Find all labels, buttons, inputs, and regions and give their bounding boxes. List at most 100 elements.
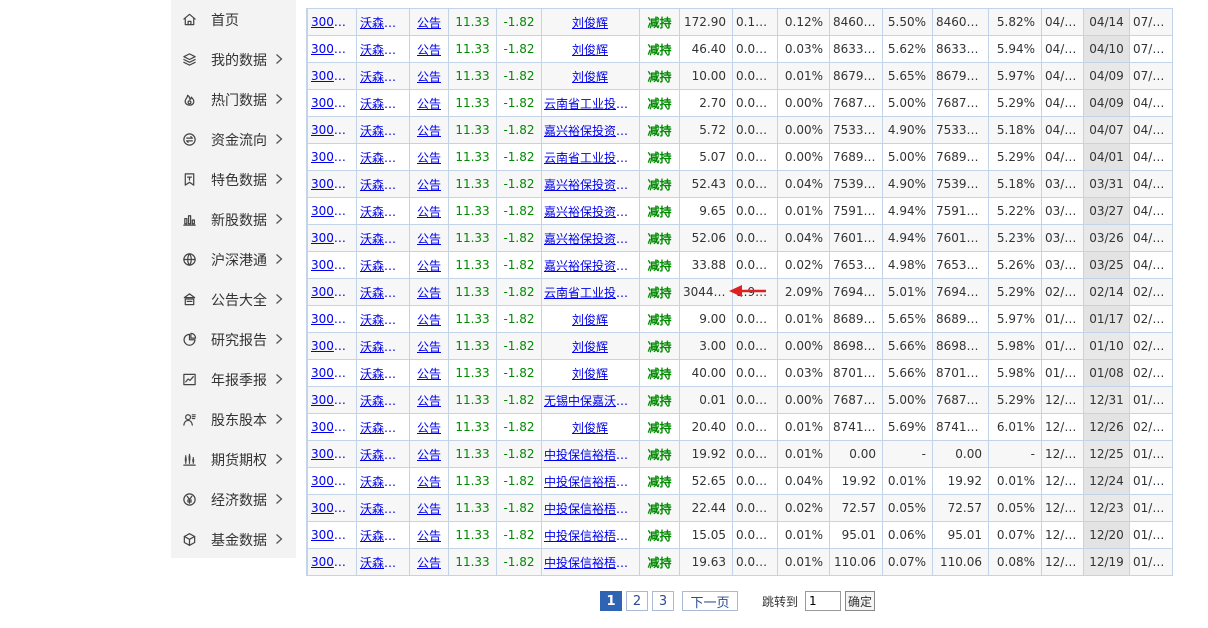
stock-code-link[interactable]: 300142 <box>307 278 357 306</box>
holder-name-link[interactable]: 刘俊辉 <box>541 35 640 63</box>
stock-name-link[interactable]: 沃森生物 <box>356 359 410 387</box>
announcement-link[interactable]: 公告 <box>409 35 449 63</box>
holder-name-link[interactable]: 刘俊辉 <box>541 332 640 360</box>
sidebar-item-13[interactable]: 经济数据 <box>171 480 296 520</box>
announcement-link[interactable]: 公告 <box>409 62 449 90</box>
page-1-button[interactable]: 1 <box>600 591 622 611</box>
announcement-link[interactable]: 公告 <box>409 413 449 441</box>
stock-name-link[interactable]: 沃森生物 <box>356 170 410 198</box>
stock-name-link[interactable]: 沃森生物 <box>356 197 410 225</box>
holder-name-link[interactable]: 嘉兴裕保投资合... <box>541 251 640 279</box>
holder-name-link[interactable]: 嘉兴裕保投资合... <box>541 224 640 252</box>
holder-name-link[interactable]: 刘俊辉 <box>541 305 640 333</box>
stock-code-link[interactable]: 300142 <box>307 386 357 414</box>
sidebar-item-10[interactable]: 年报季报 <box>171 360 296 400</box>
stock-name-link[interactable]: 沃森生物 <box>356 116 410 144</box>
announcement-link[interactable]: 公告 <box>409 305 449 333</box>
holder-name-link[interactable]: 云南省工业投资... <box>541 278 640 306</box>
holder-name-link[interactable]: 中投保信裕梧桐... <box>541 494 640 522</box>
stock-code-link[interactable]: 300142 <box>307 35 357 63</box>
stock-name-link[interactable]: 沃森生物 <box>356 251 410 279</box>
holder-name-link[interactable]: 刘俊辉 <box>541 62 640 90</box>
stock-code-link[interactable]: 300142 <box>307 170 357 198</box>
stock-name-link[interactable]: 沃森生物 <box>356 440 410 468</box>
announcement-link[interactable]: 公告 <box>409 440 449 468</box>
stock-code-link[interactable]: 300142 <box>307 467 357 495</box>
confirm-jump-button[interactable]: 确定 <box>845 591 875 611</box>
announcement-link[interactable]: 公告 <box>409 116 449 144</box>
stock-code-link[interactable]: 300142 <box>307 521 357 549</box>
page-2-button[interactable]: 2 <box>626 591 648 611</box>
jump-page-input[interactable] <box>805 591 841 611</box>
sidebar-item-1[interactable]: 首页 <box>171 0 296 40</box>
holder-name-link[interactable]: 嘉兴裕保投资合... <box>541 170 640 198</box>
sidebar-item-6[interactable]: 新股数据 <box>171 200 296 240</box>
stock-name-link[interactable]: 沃森生物 <box>356 494 410 522</box>
sidebar-item-11[interactable]: 股东股本 <box>171 400 296 440</box>
stock-code-link[interactable]: 300142 <box>307 197 357 225</box>
announcement-link[interactable]: 公告 <box>409 494 449 522</box>
stock-name-link[interactable]: 沃森生物 <box>356 89 410 117</box>
holder-name-link[interactable]: 嘉兴裕保投资合... <box>541 197 640 225</box>
stock-code-link[interactable]: 300142 <box>307 8 357 36</box>
announcement-link[interactable]: 公告 <box>409 548 449 575</box>
sidebar-item-14[interactable]: 基金数据 <box>171 520 296 560</box>
stock-code-link[interactable]: 300142 <box>307 359 357 387</box>
announcement-link[interactable]: 公告 <box>409 278 449 306</box>
announcement-link[interactable]: 公告 <box>409 386 449 414</box>
holder-name-link[interactable]: 无锡中保嘉沃投... <box>541 386 640 414</box>
stock-code-link[interactable]: 300142 <box>307 494 357 522</box>
sidebar-item-2[interactable]: 我的数据 <box>171 40 296 80</box>
holder-name-link[interactable]: 刘俊辉 <box>541 8 640 36</box>
stock-name-link[interactable]: 沃森生物 <box>356 332 410 360</box>
stock-name-link[interactable]: 沃森生物 <box>356 305 410 333</box>
stock-code-link[interactable]: 300142 <box>307 305 357 333</box>
announcement-link[interactable]: 公告 <box>409 467 449 495</box>
stock-name-link[interactable]: 沃森生物 <box>356 386 410 414</box>
sidebar-item-3[interactable]: 热门数据 <box>171 80 296 120</box>
holder-name-link[interactable]: 刘俊辉 <box>541 413 640 441</box>
stock-code-link[interactable]: 300142 <box>307 62 357 90</box>
holder-name-link[interactable]: 中投保信裕梧桐... <box>541 548 640 575</box>
next-page-button[interactable]: 下一页 <box>682 591 738 611</box>
stock-name-link[interactable]: 沃森生物 <box>356 35 410 63</box>
stock-name-link[interactable]: 沃森生物 <box>356 467 410 495</box>
stock-code-link[interactable]: 300142 <box>307 224 357 252</box>
stock-name-link[interactable]: 沃森生物 <box>356 413 410 441</box>
stock-name-link[interactable]: 沃森生物 <box>356 143 410 171</box>
sidebar-item-7[interactable]: 沪深港通 <box>171 240 296 280</box>
announcement-link[interactable]: 公告 <box>409 8 449 36</box>
page-3-button[interactable]: 3 <box>652 591 674 611</box>
announcement-link[interactable]: 公告 <box>409 197 449 225</box>
holder-name-link[interactable]: 嘉兴裕保投资合... <box>541 116 640 144</box>
holder-name-link[interactable]: 中投保信裕梧桐... <box>541 521 640 549</box>
stock-code-link[interactable]: 300142 <box>307 548 357 575</box>
holder-name-link[interactable]: 云南省工业投资... <box>541 143 640 171</box>
announcement-link[interactable]: 公告 <box>409 224 449 252</box>
stock-name-link[interactable]: 沃森生物 <box>356 8 410 36</box>
announcement-link[interactable]: 公告 <box>409 332 449 360</box>
announcement-link[interactable]: 公告 <box>409 521 449 549</box>
sidebar-item-5[interactable]: 特色数据 <box>171 160 296 200</box>
stock-code-link[interactable]: 300142 <box>307 89 357 117</box>
stock-code-link[interactable]: 300142 <box>307 413 357 441</box>
stock-name-link[interactable]: 沃森生物 <box>356 521 410 549</box>
announcement-link[interactable]: 公告 <box>409 143 449 171</box>
stock-code-link[interactable]: 300142 <box>307 143 357 171</box>
stock-name-link[interactable]: 沃森生物 <box>356 548 410 575</box>
sidebar-item-9[interactable]: 研究报告 <box>171 320 296 360</box>
stock-name-link[interactable]: 沃森生物 <box>356 224 410 252</box>
sidebar-item-4[interactable]: 资金流向 <box>171 120 296 160</box>
holder-name-link[interactable]: 刘俊辉 <box>541 359 640 387</box>
announcement-link[interactable]: 公告 <box>409 359 449 387</box>
announcement-link[interactable]: 公告 <box>409 251 449 279</box>
stock-name-link[interactable]: 沃森生物 <box>356 278 410 306</box>
announcement-link[interactable]: 公告 <box>409 170 449 198</box>
stock-code-link[interactable]: 300142 <box>307 440 357 468</box>
stock-name-link[interactable]: 沃森生物 <box>356 62 410 90</box>
stock-code-link[interactable]: 300142 <box>307 332 357 360</box>
announcement-link[interactable]: 公告 <box>409 89 449 117</box>
holder-name-link[interactable]: 中投保信裕梧桐... <box>541 440 640 468</box>
sidebar-item-12[interactable]: 期货期权 <box>171 440 296 480</box>
holder-name-link[interactable]: 中投保信裕梧桐... <box>541 467 640 495</box>
